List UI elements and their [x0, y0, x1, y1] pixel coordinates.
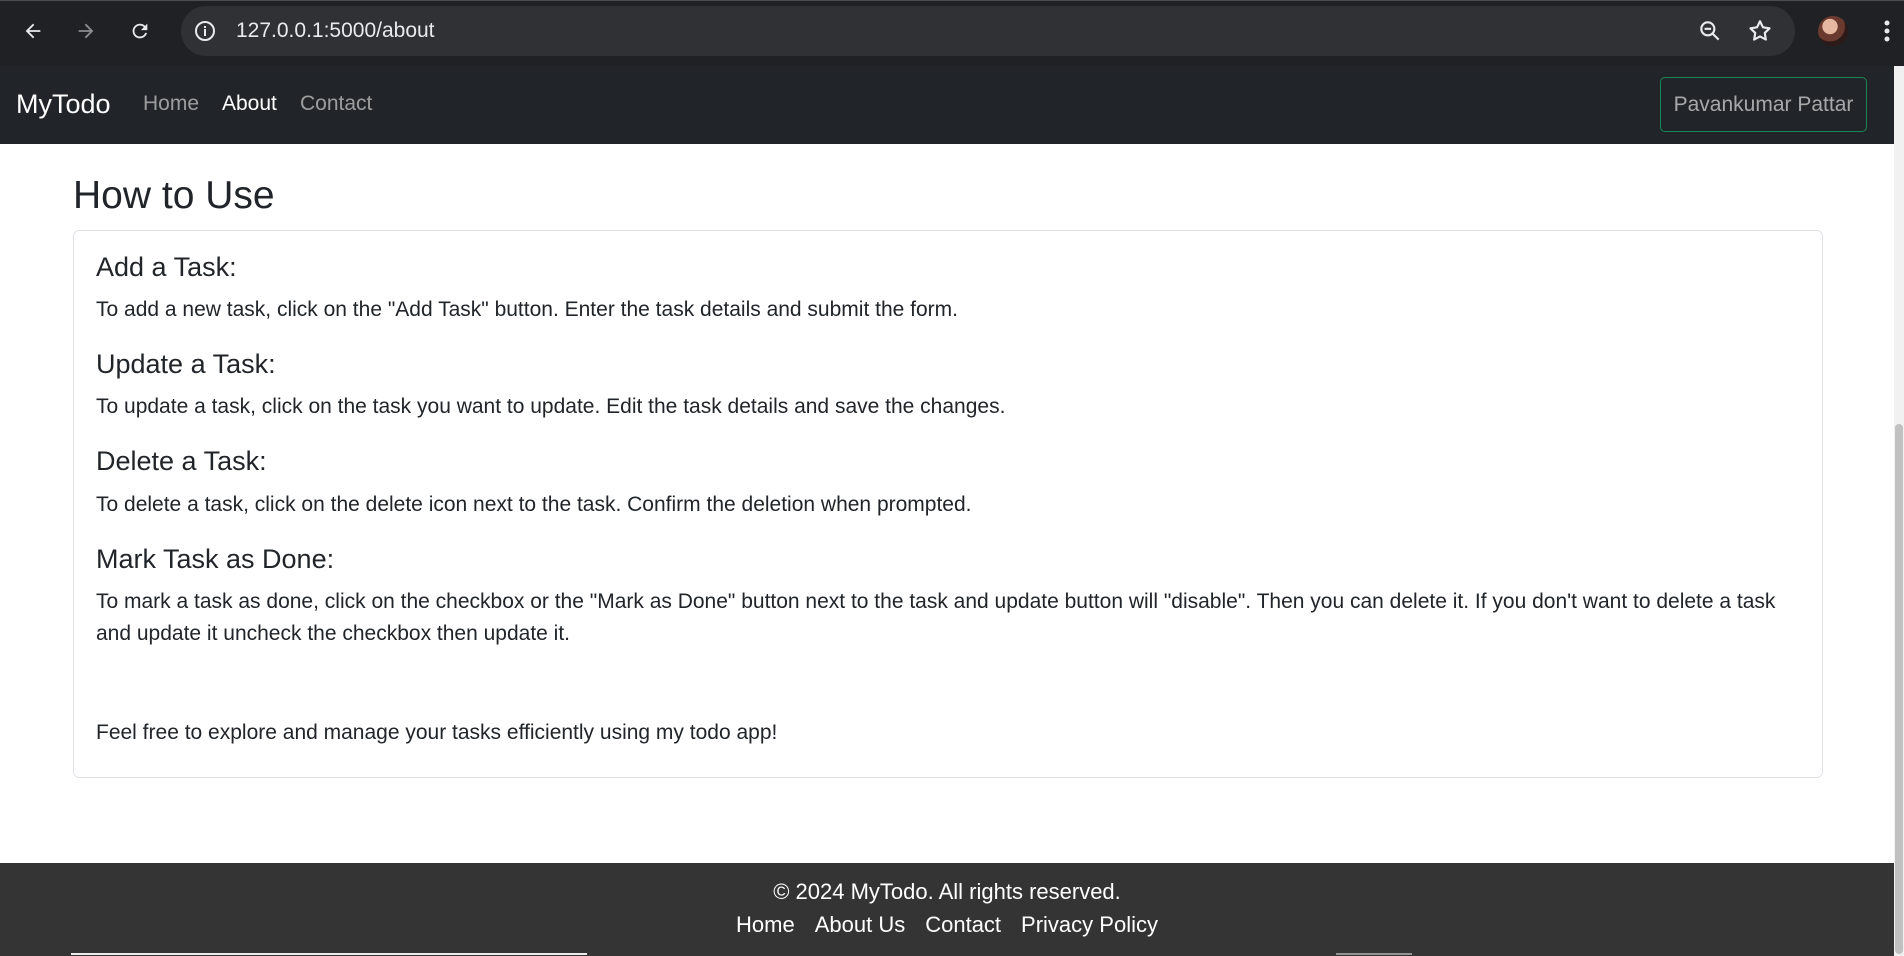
- arrow-left-icon: [25, 23, 41, 39]
- site-navbar: MyTodo Home About Contact Pavankumar Pat…: [0, 66, 1894, 144]
- profile-avatar[interactable]: [1818, 16, 1848, 46]
- reload-icon: [132, 23, 148, 39]
- footer-link-contact[interactable]: Contact: [925, 912, 1001, 938]
- footer-link-about-us[interactable]: About Us: [815, 912, 906, 938]
- footer-divider-short: [1336, 953, 1412, 955]
- nav-link-about[interactable]: About: [222, 92, 277, 116]
- footer-link-home[interactable]: Home: [736, 912, 795, 938]
- instructions-card: Add a Task: To add a new task, click on …: [73, 230, 1823, 778]
- footer-divider: [71, 953, 587, 955]
- kebab-menu-icon[interactable]: [1880, 15, 1894, 47]
- url-text[interactable]: 127.0.0.1:5000/about: [236, 19, 435, 43]
- footer-links: Home About Us Contact Privacy Policy: [0, 912, 1894, 938]
- user-account-button[interactable]: Pavankumar Pattar: [1660, 77, 1867, 132]
- nav-link-home[interactable]: Home: [143, 92, 199, 116]
- reload-button[interactable]: [122, 13, 158, 49]
- section-text-mark-done: To mark a task as done, click on the che…: [96, 590, 1776, 645]
- section-heading-delete: Delete a Task:: [96, 446, 267, 476]
- footer-copyright: © 2024 MyTodo. All rights reserved.: [773, 879, 1121, 904]
- footer-link-privacy-policy[interactable]: Privacy Policy: [1021, 912, 1158, 938]
- section-heading-mark-done: Mark Task as Done:: [96, 544, 335, 574]
- site-footer: © 2024 MyTodo. All rights reserved. Home…: [0, 863, 1894, 956]
- section-text-delete: To delete a task, click on the delete ic…: [96, 493, 972, 516]
- nav-link-contact[interactable]: Contact: [300, 92, 372, 116]
- page-title: How to Use: [73, 174, 275, 217]
- address-bar[interactable]: 127.0.0.1:5000/about: [181, 6, 1795, 56]
- closing-text: Feel free to explore and manage your tas…: [96, 721, 778, 744]
- section-text-update: To update a task, click on the task you …: [96, 395, 1006, 418]
- site-info-icon[interactable]: [193, 19, 217, 43]
- section-text-add: To add a new task, click on the "Add Tas…: [96, 298, 958, 321]
- forward-button[interactable]: [68, 13, 104, 49]
- section-heading-update: Update a Task:: [96, 349, 276, 379]
- section-heading-add: Add a Task:: [96, 252, 237, 282]
- browser-toolbar: 127.0.0.1:5000/about: [0, 0, 1904, 66]
- arrow-right-icon: [78, 23, 94, 39]
- page-scrollbar[interactable]: [1894, 66, 1904, 956]
- back-button[interactable]: [15, 13, 51, 49]
- scrollbar-thumb[interactable]: [1895, 424, 1903, 954]
- zoom-icon[interactable]: [1697, 18, 1723, 44]
- navbar-brand[interactable]: MyTodo: [16, 88, 111, 120]
- bookmark-star-icon[interactable]: [1747, 18, 1773, 44]
